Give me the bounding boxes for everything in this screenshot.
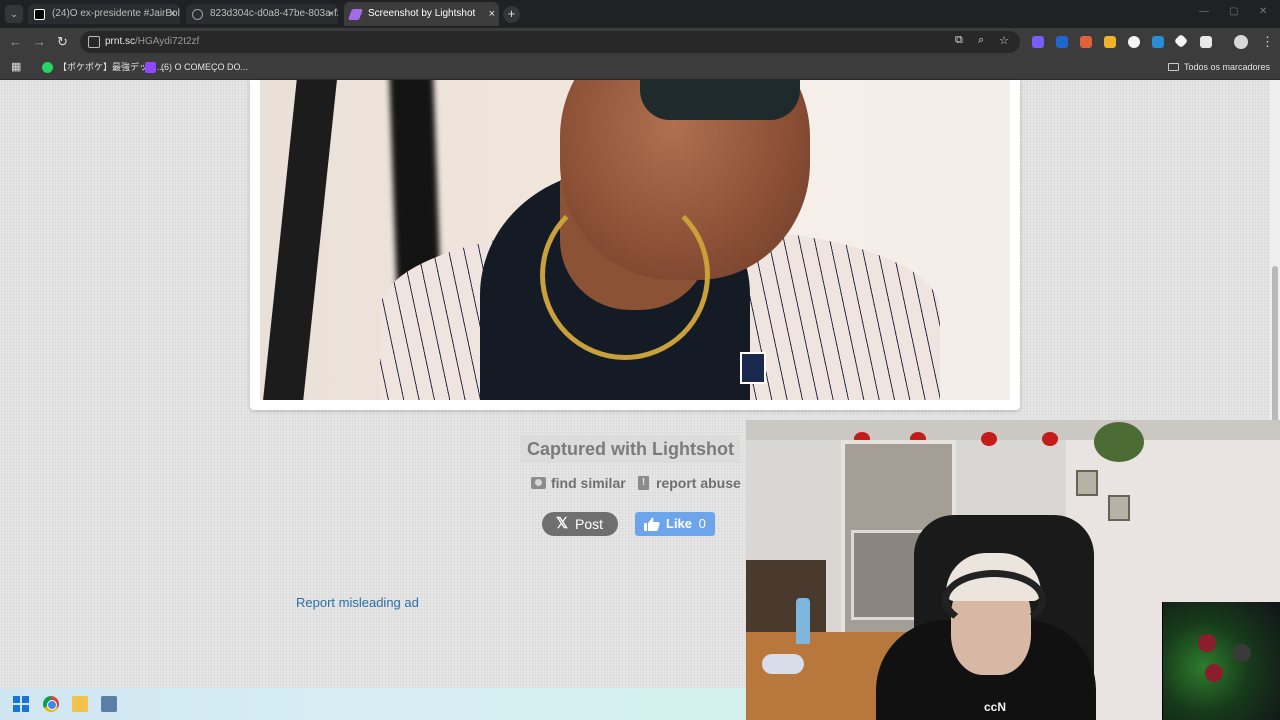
- extension-icon-4[interactable]: [1104, 36, 1116, 48]
- bookmark-o-comeco[interactable]: (6) O COMEÇO DO...: [145, 61, 248, 74]
- tab-title: Screenshot by Lightshot: [368, 8, 476, 19]
- overlay-avatar: [1198, 634, 1216, 652]
- folder-icon: [1167, 63, 1179, 71]
- scrollbar-thumb[interactable]: [1272, 266, 1278, 422]
- install-app-icon[interactable]: ⧉: [955, 34, 963, 47]
- close-tab-icon[interactable]: ×: [489, 2, 495, 26]
- bookmarks-folder-label: Todos os marcadores: [1183, 62, 1270, 72]
- report-abuse-label: report abuse: [656, 475, 741, 491]
- bookmark-star-icon[interactable]: ☆: [999, 34, 1009, 47]
- water-bottle: [796, 598, 810, 644]
- close-tab-icon[interactable]: ×: [328, 4, 334, 24]
- tiktok-icon: [34, 9, 45, 20]
- mini-game-overlay: [1162, 602, 1280, 720]
- tab-lightshot[interactable]: Screenshot by Lightshot ×: [344, 2, 499, 26]
- apps-grid-icon[interactable]: ▦: [11, 61, 23, 73]
- chrome-icon[interactable]: [43, 696, 59, 712]
- captured-with-lightshot[interactable]: Captured with Lightshot: [521, 435, 740, 463]
- url-domain: prnt.sc: [105, 36, 136, 47]
- close-tab-icon[interactable]: ×: [170, 4, 176, 24]
- tab-search-chevron-icon[interactable]: ⌄: [5, 5, 23, 23]
- x-post-button[interactable]: 𝕏 Post: [542, 512, 618, 536]
- extension-icon-5[interactable]: [1128, 36, 1140, 48]
- tab-uuid[interactable]: 823d304c-d0a8-47be-803a-f2 ×: [186, 4, 338, 24]
- bookmarks-bar: ▦ 【ポケポケ】最強デッキ... (6) O COMEÇO DO... Todo…: [0, 56, 1280, 80]
- photo-shirt-logo: [740, 352, 766, 384]
- hanging-plant: [1094, 422, 1144, 462]
- site-info-icon[interactable]: [88, 36, 100, 48]
- red-lantern: [981, 432, 997, 446]
- address-bar[interactable]: prnt.sc/HGAydi72t2zf ⧉ ⌕ ☆: [80, 31, 1020, 53]
- red-lantern: [1042, 432, 1058, 446]
- x-logo-icon: 𝕏: [556, 515, 569, 532]
- find-similar-link[interactable]: find similar: [531, 475, 626, 491]
- webcam-ceiling: [746, 420, 1280, 440]
- wall-frame: [1076, 470, 1098, 496]
- photo-sunglasses: [640, 80, 800, 120]
- twitch-icon: [145, 62, 156, 73]
- new-tab-button[interactable]: +: [503, 6, 520, 23]
- url-text[interactable]: prnt.sc/HGAydi72t2zf: [105, 35, 199, 49]
- file-explorer-icon[interactable]: [72, 696, 88, 712]
- globe-icon: [192, 9, 203, 20]
- overlay-avatar: [1233, 644, 1251, 662]
- close-window-icon[interactable]: ✕: [1259, 6, 1267, 17]
- webcam-overlay: ccN: [746, 420, 1280, 720]
- overlay-avatar: [1205, 664, 1223, 682]
- forward-icon[interactable]: →: [33, 34, 46, 49]
- whatsapp-icon: [42, 62, 53, 73]
- extension-icon-2[interactable]: [1056, 36, 1068, 48]
- maximize-icon[interactable]: ▢: [1229, 6, 1238, 17]
- photo-background-pole: [262, 80, 338, 400]
- report-abuse-link[interactable]: ! report abuse: [636, 475, 741, 491]
- x-post-label: Post: [575, 516, 604, 532]
- browser-toolbar: ← → ↻ prnt.sc/HGAydi72t2zf ⧉ ⌕ ☆ ⋮: [0, 28, 1280, 56]
- back-icon[interactable]: ←: [9, 34, 22, 49]
- screenshot-frame: [250, 80, 1020, 410]
- reload-icon[interactable]: ↻: [57, 34, 68, 49]
- report-misleading-ad-link[interactable]: Report misleading ad: [296, 595, 419, 611]
- thumbs-up-icon: [644, 517, 660, 531]
- game-controller: [762, 654, 804, 674]
- find-similar-label: find similar: [551, 475, 626, 491]
- like-count: 0: [698, 516, 706, 531]
- extension-icon-1[interactable]: [1032, 36, 1044, 48]
- extension-icon-7[interactable]: [1173, 33, 1189, 49]
- tab-strip: ⌄ (24)O ex-presidente #JairBolso × 823d3…: [0, 0, 1280, 28]
- streamer-headset: [942, 570, 1046, 630]
- menu-kebab-icon[interactable]: ⋮: [1261, 34, 1274, 49]
- zoom-icon[interactable]: ⌕: [978, 34, 984, 47]
- profile-avatar[interactable]: [1234, 35, 1248, 49]
- shirt-logo: ccN: [984, 700, 1007, 714]
- all-bookmarks-folder[interactable]: Todos os marcadores: [1167, 61, 1270, 74]
- report-flag-icon: !: [638, 476, 649, 490]
- lightshot-feather-icon: [347, 9, 364, 20]
- url-path: /HGAydi72t2zf: [135, 36, 200, 47]
- extension-icon-6[interactable]: [1152, 36, 1164, 48]
- app-icon[interactable]: [101, 696, 117, 712]
- tab-title: 823d304c-d0a8-47be-803a-f2: [210, 8, 338, 19]
- wall-frame: [1108, 495, 1130, 521]
- bookmark-label: (6) O COMEÇO DO...: [161, 62, 249, 72]
- like-label: Like: [666, 516, 693, 531]
- screenshot-image[interactable]: [260, 80, 1010, 400]
- extension-icon-3[interactable]: [1080, 36, 1092, 48]
- minimize-icon[interactable]: —: [1199, 6, 1209, 17]
- tab-tiktok[interactable]: (24)O ex-presidente #JairBolso ×: [28, 4, 180, 24]
- extensions-puzzle-icon[interactable]: [1200, 36, 1212, 48]
- facebook-like-button[interactable]: Like 0: [635, 512, 715, 536]
- camera-icon: [531, 477, 546, 489]
- tab-title: (24)O ex-presidente #JairBolso: [52, 8, 180, 19]
- windows-start-icon[interactable]: [13, 696, 29, 712]
- windows-taskbar: [0, 688, 746, 720]
- photo-gold-chain: [540, 190, 710, 360]
